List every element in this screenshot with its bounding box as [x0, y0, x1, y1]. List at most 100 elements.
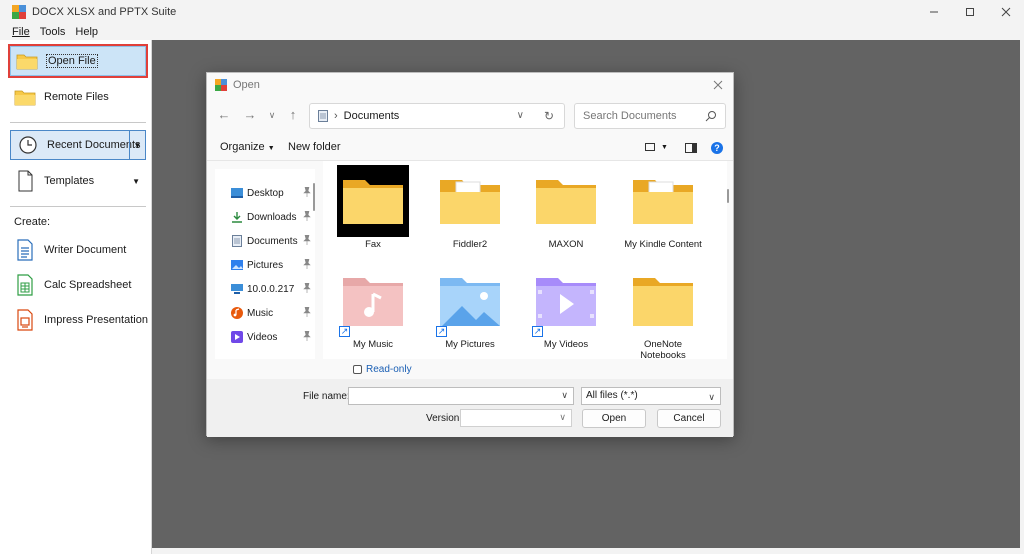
create-heading: Create:: [14, 216, 51, 228]
file-name-input[interactable]: ∨: [348, 387, 574, 405]
chevron-down-icon: ∨: [708, 392, 715, 402]
read-only-label: Read-only: [366, 364, 412, 375]
file-item-my-videos[interactable]: ↗ My Videos: [526, 265, 606, 350]
forward-arrow-icon[interactable]: →: [243, 108, 257, 122]
chevron-down-icon[interactable]: ▼: [129, 131, 145, 159]
file-item-my-kindle-content[interactable]: My Kindle Content: [623, 165, 703, 250]
music-folder-icon: ↗: [337, 265, 409, 337]
file-name: My Music: [352, 339, 394, 350]
file-item-fiddler2[interactable]: Fiddler2: [430, 165, 510, 250]
nav-item-videos[interactable]: Videos: [231, 327, 315, 347]
nav-item-music[interactable]: Music: [231, 303, 315, 323]
chevron-down-icon: ▼: [267, 145, 275, 152]
file-item-onenote-notebooks[interactable]: OneNote Notebooks: [623, 265, 703, 359]
writer-document-button[interactable]: Writer Document: [8, 233, 148, 267]
impress-presentation-button[interactable]: Impress Presentation: [8, 303, 148, 337]
close-icon: [1001, 7, 1011, 17]
nav-item-pictures[interactable]: Pictures: [231, 255, 315, 275]
open-file-label: Open File: [46, 54, 98, 68]
file-item-maxon[interactable]: MAXON: [526, 165, 606, 250]
breadcrumb-documents[interactable]: Documents: [344, 110, 400, 122]
window-border: [1020, 40, 1024, 554]
dialog-title: Open: [233, 79, 260, 91]
nav-item-downloads[interactable]: Downloads: [231, 207, 315, 227]
preview-pane-button[interactable]: [685, 142, 697, 156]
maximize-icon: [966, 8, 974, 16]
chevron-down-icon[interactable]: ∨: [561, 390, 568, 401]
dialog-title-bar: Open: [207, 73, 733, 97]
file-name: OneNote Notebooks: [640, 339, 686, 359]
read-only-checkbox[interactable]: Read-only: [353, 364, 412, 375]
close-button[interactable]: [988, 0, 1024, 24]
nav-item-label: Downloads: [247, 211, 297, 223]
menu-bar: File Tools Help: [0, 24, 1024, 40]
search-icon: [705, 111, 716, 122]
up-arrow-icon[interactable]: ↑: [286, 108, 300, 122]
templates-label: Templates: [44, 175, 95, 187]
refresh-icon[interactable]: ↻: [544, 109, 554, 123]
documents-icon: [318, 110, 328, 122]
writer-icon: [14, 239, 36, 261]
file-name: My Videos: [543, 339, 589, 350]
maximize-button[interactable]: [952, 0, 988, 24]
nav-item-network-drive[interactable]: 10.0.0.217: [231, 279, 315, 299]
file-name: My Pictures: [445, 339, 495, 350]
help-icon[interactable]: ?: [711, 142, 723, 154]
menu-file[interactable]: File: [12, 26, 30, 38]
file-name: MAXON: [548, 239, 584, 250]
file-item-fax[interactable]: Fax: [333, 165, 413, 250]
nav-item-label: Videos: [247, 331, 278, 343]
divider: [10, 122, 146, 123]
organize-label: Organize: [220, 141, 265, 153]
dialog-footer: File name: ∨ All files (*.*) ∨ Version: …: [207, 379, 733, 437]
file-type-select[interactable]: All files (*.*) ∨: [581, 387, 721, 405]
new-folder-button[interactable]: New folder: [288, 141, 341, 153]
chevron-down-icon[interactable]: ▼: [132, 177, 140, 186]
back-arrow-icon[interactable]: ←: [217, 108, 231, 122]
pin-icon: [303, 187, 311, 197]
close-icon[interactable]: [711, 78, 725, 92]
open-dialog: Open ← → ∨ ↑ › Documents ∨ ↻ Search Docu…: [206, 72, 734, 437]
breadcrumb-chevron-icon: ›: [334, 110, 338, 122]
nav-pane-scrollbar[interactable]: [313, 183, 315, 211]
view-icon: [645, 143, 655, 151]
chevron-down-icon[interactable]: ∨: [517, 110, 524, 121]
menu-help[interactable]: Help: [75, 26, 98, 38]
nav-item-documents[interactable]: Documents: [231, 231, 315, 251]
file-list-scrollbar[interactable]: [727, 189, 729, 203]
minimize-button[interactable]: [916, 0, 952, 24]
pictures-folder-icon: ↗: [434, 265, 506, 337]
search-input[interactable]: Search Documents: [574, 103, 726, 129]
version-select[interactable]: ∨: [460, 409, 572, 427]
impress-icon: [14, 309, 36, 331]
recent-documents-button[interactable]: Recent Documents ▼: [10, 130, 146, 160]
nav-item-label: Pictures: [247, 259, 284, 271]
version-label: Version:: [426, 413, 463, 424]
menu-tools[interactable]: Tools: [40, 26, 66, 38]
nav-item-label: Desktop: [247, 187, 284, 199]
address-bar[interactable]: › Documents ∨ ↻: [309, 103, 565, 129]
view-options-button[interactable]: ▼: [645, 142, 668, 152]
open-file-button[interactable]: Open File: [8, 44, 148, 78]
recent-documents-label: Recent Documents: [47, 139, 141, 151]
checkbox-icon: [353, 365, 362, 374]
file-item-my-music[interactable]: ↗ My Music: [333, 265, 413, 350]
calc-icon: [14, 274, 36, 296]
templates-button[interactable]: Templates ▼: [8, 164, 148, 198]
organize-button[interactable]: Organize ▼: [220, 141, 275, 153]
navigation-pane: Desktop Downloads Documents Pictures 10.…: [215, 169, 315, 359]
nav-item-desktop[interactable]: Desktop: [231, 183, 315, 203]
calc-spreadsheet-button[interactable]: Calc Spreadsheet: [8, 268, 148, 302]
shortcut-arrow-icon: ↗: [532, 326, 543, 337]
folder-icon: [530, 165, 602, 237]
pin-icon: [303, 235, 311, 245]
chevron-down-icon: ∨: [559, 412, 566, 422]
recent-locations-chevron-icon[interactable]: ∨: [265, 108, 279, 122]
remote-files-button[interactable]: Remote Files: [8, 80, 148, 114]
cancel-button[interactable]: Cancel: [657, 409, 721, 428]
open-button[interactable]: Open: [582, 409, 646, 428]
file-item-my-pictures[interactable]: ↗ My Pictures: [430, 265, 510, 350]
calc-spreadsheet-label: Calc Spreadsheet: [44, 279, 132, 291]
template-icon: [14, 170, 36, 192]
app-logo-icon: [12, 5, 26, 19]
